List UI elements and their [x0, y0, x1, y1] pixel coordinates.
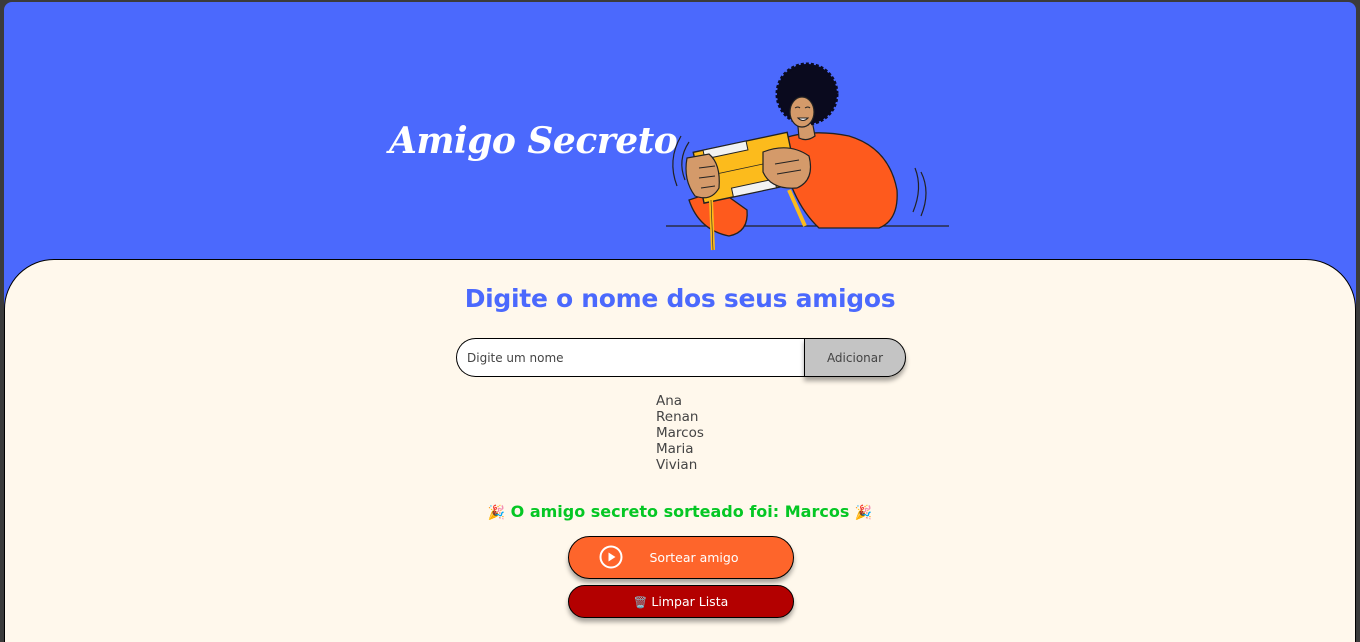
- party-popper-icon: 🎉: [854, 505, 873, 521]
- party-popper-icon: 🎉: [487, 505, 506, 521]
- page-title: Amigo Secreto: [389, 120, 678, 162]
- friends-list: Ana Renan Marcos Maria Vivian: [656, 393, 704, 473]
- result-name: Marcos: [784, 502, 850, 521]
- add-friend-row: Adicionar: [456, 338, 906, 377]
- friend-item: Vivian: [656, 457, 698, 473]
- app-window: Amigo Secreto Digite o nome dos seus ami…: [4, 2, 1356, 642]
- trash-icon: 🗑️: [633, 596, 648, 609]
- friend-item: Maria: [656, 441, 694, 457]
- main-panel: Digite o nome dos seus amigos Adicionar …: [4, 259, 1356, 642]
- draw-button[interactable]: Sortear amigo: [568, 536, 794, 579]
- clear-list-button[interactable]: 🗑️ Limpar Lista: [568, 585, 794, 618]
- section-title: Digite o nome dos seus amigos: [464, 284, 896, 313]
- add-button[interactable]: Adicionar: [804, 338, 906, 377]
- friend-item: Ana: [656, 393, 683, 409]
- result-prefix: O amigo secreto sorteado foi:: [510, 502, 780, 521]
- friend-item: Marcos: [656, 425, 704, 441]
- draw-button-label: Sortear amigo: [649, 550, 739, 565]
- person-holding-gift-illustration: [666, 62, 949, 251]
- name-input[interactable]: [456, 338, 806, 377]
- friend-item: Renan: [656, 409, 699, 425]
- draw-result: 🎉 O amigo secreto sorteado foi: Marcos 🎉: [5, 502, 1355, 521]
- clear-button-label: Limpar Lista: [651, 594, 729, 609]
- play-circle-icon: [599, 545, 623, 569]
